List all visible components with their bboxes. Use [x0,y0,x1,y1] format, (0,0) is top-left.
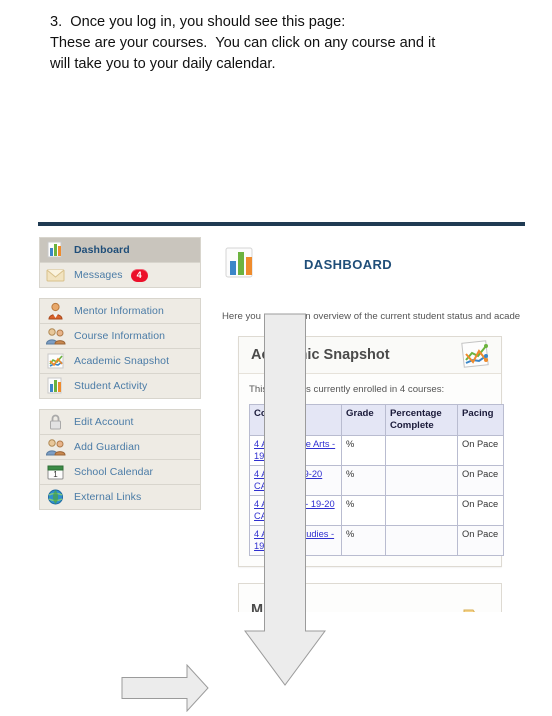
two-people-icon [45,437,67,457]
column-header-percentage-complete: Percentage Complete [385,404,458,436]
envelope-icon [45,265,67,285]
sidebar-item-label: Dashboard [74,244,130,256]
sidebar-item-external-links[interactable]: External Links [40,485,200,510]
header-divider [38,222,525,226]
sidebar: Dashboard Messages 4 Mentor Information … [39,237,201,520]
cell-pacing: On Pace [457,495,504,526]
cell-percentage-complete [385,495,458,526]
column-header-grade: Grade [341,404,386,436]
sidebar-item-add-guardian[interactable]: Add Guardian [40,435,200,460]
sidebar-item-label: Add Guardian [74,441,140,453]
sidebar-item-label: Student Activity [74,380,148,392]
sidebar-item-label: Academic Snapshot [74,355,170,367]
line-chart-icon [45,351,67,371]
cell-grade: % [341,495,386,526]
embedded-screenshot: Dashboard Messages 4 Mentor Information … [0,205,552,712]
instruction-line-3: will take you to your daily calendar. [50,56,276,72]
instruction-line-2: These are your courses. You can click on… [50,35,436,51]
sidebar-item-school-calendar[interactable]: 1 School Calendar [40,460,200,485]
sidebar-item-messages[interactable]: Messages 4 [40,263,200,288]
folder-icon [461,604,491,612]
sidebar-item-academic-snapshot[interactable]: Academic Snapshot [40,349,200,374]
calendar-icon: 1 [45,462,67,482]
sidebar-item-label: School Calendar [74,466,154,478]
cell-grade: % [341,525,386,556]
cell-percentage-complete [385,525,458,556]
cell-pacing: On Pace [457,525,504,556]
bar-chart-icon [45,240,67,260]
sidebar-item-label: Edit Account [74,416,134,428]
sidebar-item-label: Messages [74,269,123,281]
bar-chart-logo-icon [222,245,260,283]
person-icon [45,301,67,321]
cell-pacing: On Pace [457,435,504,466]
sidebar-item-label: Course Information [74,330,166,342]
instruction-text: 3. Once you log in, you should see this … [50,12,520,75]
sidebar-item-edit-account[interactable]: Edit Account [40,410,200,435]
globe-icon [45,487,67,507]
brand-header: DASHBOARD [216,237,552,287]
down-arrow-annotation [244,313,326,686]
svg-text:1: 1 [53,470,58,479]
sidebar-group-primary: Dashboard Messages 4 [39,237,201,288]
column-header-pacing: Pacing [457,404,504,436]
sidebar-item-label: Mentor Information [74,305,164,317]
bar-chart-icon [45,376,67,396]
cell-percentage-complete [385,465,458,496]
page-title: DASHBOARD [304,256,393,272]
two-people-icon [45,326,67,346]
cell-grade: % [341,435,386,466]
sidebar-group-account: Edit Account Add Guardian 1 School Calen… [39,409,201,510]
sidebar-item-dashboard[interactable]: Dashboard [40,238,200,263]
cell-percentage-complete [385,435,458,466]
sidebar-item-student-activity[interactable]: Student Activity [40,374,200,399]
instruction-line-1: 3. Once you log in, you should see this … [50,14,346,30]
sidebar-item-label: External Links [74,491,142,503]
cell-grade: % [341,465,386,496]
cell-pacing: On Pace [457,465,504,496]
sidebar-group-info: Mentor Information Course Information Ac… [39,298,201,399]
line-chart-icon [459,340,493,370]
right-arrow-annotation [121,664,209,712]
sidebar-item-course-information[interactable]: Course Information [40,324,200,349]
sidebar-item-mentor-information[interactable]: Mentor Information [40,299,200,324]
padlock-icon [45,412,67,432]
status-badge: 4 [130,268,148,282]
